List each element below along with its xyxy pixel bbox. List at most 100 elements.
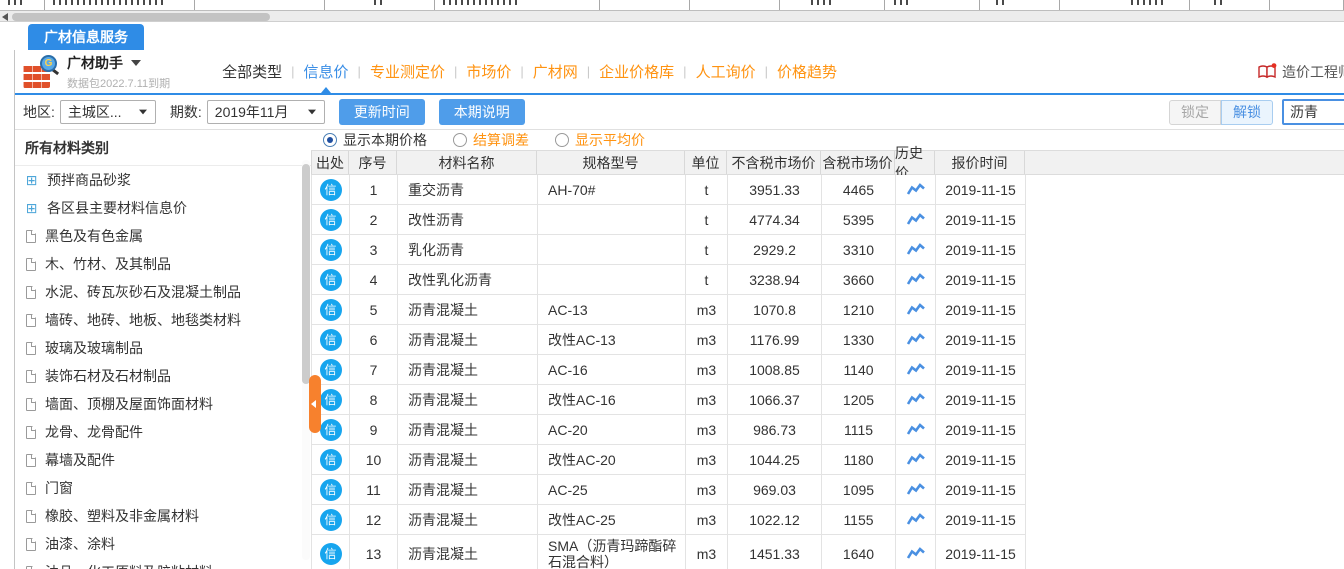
nav-item-3[interactable]: 专业测定价 xyxy=(370,50,445,93)
expand-plus-icon[interactable]: ⊞ xyxy=(25,201,38,215)
source-info-icon[interactable]: 信 xyxy=(319,508,342,531)
cell-seq: 12 xyxy=(350,505,398,534)
history-chart-icon[interactable] xyxy=(906,546,926,561)
source-info-icon[interactable]: 信 xyxy=(319,268,342,291)
period-select[interactable]: 2019年11月 xyxy=(206,100,325,124)
radio-circle-icon[interactable] xyxy=(323,133,337,147)
history-chart-icon[interactable] xyxy=(906,182,926,197)
source-info-icon[interactable]: 信 xyxy=(319,418,342,441)
table-row[interactable]: 信 8 沥青混凝土 改性AC-16 m3 1066.37 1205 2019-11-15 xyxy=(312,385,1026,415)
scroll-left-arrow-icon[interactable] xyxy=(2,13,8,21)
table-row[interactable]: 信 12 沥青混凝土 改性AC-25 m3 1022.12 1155 2019-11-15 xyxy=(312,505,1026,535)
source-info-icon[interactable]: 信 xyxy=(319,298,342,321)
source-info-icon[interactable]: 信 xyxy=(319,328,342,351)
history-chart-icon[interactable] xyxy=(906,452,926,467)
history-chart-icon[interactable] xyxy=(906,332,926,347)
table-row[interactable]: 信 1 重交沥青 AH-70# t 3951.33 4465 2019-11-15 xyxy=(312,175,1026,205)
source-info-icon[interactable]: 信 xyxy=(319,478,342,501)
period-note-button[interactable]: 本期说明 xyxy=(438,99,525,125)
history-chart-icon[interactable] xyxy=(906,392,926,407)
table-row[interactable]: 信 5 沥青混凝土 AC-13 m3 1070.8 1210 2019-11-15 xyxy=(312,295,1026,325)
table-body: 信 1 重交沥青 AH-70# t 3951.33 4465 2019-11-15 信 2 改性沥青… xyxy=(311,175,1026,569)
table-row[interactable]: 信 10 沥青混凝土 改性AC-20 m3 1044.25 1180 2019-11-15 xyxy=(312,445,1026,475)
sidebar-item[interactable]: 木、竹材、及其制品 xyxy=(15,250,311,278)
source-info-icon[interactable]: 信 xyxy=(319,388,342,411)
history-chart-icon[interactable] xyxy=(906,512,926,527)
cell-price-excl-tax: 1044.25 xyxy=(728,445,822,474)
sidebar-item[interactable]: 墙面、顶棚及屋面饰面材料 xyxy=(15,390,311,418)
nav-item-5[interactable]: 广材网 xyxy=(533,50,578,93)
sidebar-scrollbar-thumb[interactable] xyxy=(302,164,310,384)
sidebar-item[interactable]: ⊞ 预拌商品砂浆 xyxy=(15,166,311,194)
cell-price-excl-tax: 1451.33 xyxy=(728,535,822,569)
nav-item-6[interactable]: 企业价格库 xyxy=(599,50,674,93)
app-menu-caret-icon[interactable] xyxy=(131,59,141,66)
source-info-icon[interactable]: 信 xyxy=(319,178,342,201)
history-chart-icon[interactable] xyxy=(906,362,926,377)
expand-plus-icon[interactable]: ⊞ xyxy=(25,173,38,187)
nav-item-8[interactable]: 价格趋势 xyxy=(777,50,837,93)
history-chart-icon[interactable] xyxy=(906,302,926,317)
source-info-icon[interactable]: 信 xyxy=(319,448,342,471)
source-info-icon[interactable]: 信 xyxy=(319,358,342,381)
source-info-icon[interactable]: 信 xyxy=(319,208,342,231)
radio-option[interactable]: 显示平均价 xyxy=(555,130,645,150)
sidebar-item-label: 预拌商品砂浆 xyxy=(47,172,131,188)
radio-circle-icon[interactable] xyxy=(453,133,467,147)
table-row[interactable]: 信 3 乳化沥青 t 2929.2 3310 2019-11-15 xyxy=(312,235,1026,265)
history-chart-icon[interactable] xyxy=(906,242,926,257)
sidebar-item[interactable]: 门窗 xyxy=(15,474,311,502)
nav-item-4[interactable]: 市场价 xyxy=(466,50,511,93)
sidebar-item[interactable]: 水泥、砖瓦灰砂石及混凝土制品 xyxy=(15,278,311,306)
sidebar-item[interactable]: 龙骨、龙骨配件 xyxy=(15,418,311,446)
cell-material-name: 沥青混凝土 xyxy=(398,295,538,324)
sidebar-item-label: 墙砖、地砖、地板、地毯类材料 xyxy=(45,312,241,328)
source-info-icon[interactable]: 信 xyxy=(319,542,342,565)
nav-item-7[interactable]: 人工询价 xyxy=(696,50,756,93)
cost-engineer-link[interactable]: 造价工程师 xyxy=(1258,62,1344,82)
sidebar-item[interactable]: 油品、化工原料及胶粘材料 xyxy=(15,558,311,569)
radio-circle-icon[interactable] xyxy=(555,133,569,147)
sidebar-item[interactable]: ⊞ 各区县主要材料信息价 xyxy=(15,194,311,222)
history-chart-icon[interactable] xyxy=(906,212,926,227)
sidebar-item[interactable]: 玻璃及玻璃制品 xyxy=(15,334,311,362)
table-row[interactable]: 信 6 沥青混凝土 改性AC-13 m3 1176.99 1330 2019-11-15 xyxy=(312,325,1026,355)
sidebar-item[interactable]: 油漆、涂料 xyxy=(15,530,311,558)
cell-source: 信 xyxy=(312,265,350,294)
nav-item-2[interactable]: 信息价 xyxy=(304,50,349,93)
update-time-button[interactable]: 更新时间 xyxy=(338,99,425,125)
history-chart-icon[interactable] xyxy=(906,272,926,287)
sidebar-collapse-handle[interactable] xyxy=(309,375,321,433)
sidebar-item[interactable]: 橡胶、塑料及非金属材料 xyxy=(15,502,311,530)
horizontal-scrollbar[interactable] xyxy=(0,10,1344,22)
cell-unit: t xyxy=(686,265,728,294)
sidebar-item[interactable]: 幕墙及配件 xyxy=(15,446,311,474)
cell-quote-date: 2019-11-15 xyxy=(936,205,1026,234)
history-chart-icon[interactable] xyxy=(906,482,926,497)
table-row[interactable]: 信 7 沥青混凝土 AC-16 m3 1008.85 1140 2019-11-15 xyxy=(312,355,1026,385)
horizontal-scrollbar-thumb[interactable] xyxy=(12,13,270,21)
table-row[interactable]: 信 11 沥青混凝土 AC-25 m3 969.03 1095 2019-11-15 xyxy=(312,475,1026,505)
nav-item-1[interactable]: 全部类型 xyxy=(222,50,282,93)
sidebar-item[interactable]: 黑色及有色金属 xyxy=(15,222,311,250)
region-select[interactable]: 主城区... xyxy=(59,100,156,124)
cell-seq: 1 xyxy=(350,175,398,204)
lock-button[interactable]: 锁定 xyxy=(1169,99,1221,125)
table-row[interactable]: 信 9 沥青混凝土 AC-20 m3 986.73 1115 2019-11-15 xyxy=(312,415,1026,445)
search-input[interactable] xyxy=(1282,99,1344,125)
history-chart-icon[interactable] xyxy=(906,422,926,437)
table-row[interactable]: 信 13 沥青混凝土 SMA（沥青玛蹄酯碎石混合料） m3 1451.33 1640 2019… xyxy=(312,535,1026,569)
source-info-icon[interactable]: 信 xyxy=(319,238,342,261)
cell-price-excl-tax: 1066.37 xyxy=(728,385,822,414)
sidebar-item[interactable]: 墙砖、地砖、地板、地毯类材料 xyxy=(15,306,311,334)
sidebar-item[interactable]: 装饰石材及石材制品 xyxy=(15,362,311,390)
tab-guangcai-info-service[interactable]: 广材信息服务 xyxy=(28,24,144,50)
cell-source: 信 xyxy=(312,475,350,504)
radio-option[interactable]: 结算调差 xyxy=(453,130,529,150)
table-row[interactable]: 信 4 改性乳化沥青 t 3238.94 3660 2019-11-15 xyxy=(312,265,1026,295)
unlock-button[interactable]: 解锁 xyxy=(1221,99,1273,125)
table-header-row: 出处 序号 材料名称 规格型号 单位 不含税市场价 含税市场价 历史价 报价时间 xyxy=(311,145,1344,181)
table-row[interactable]: 信 2 改性沥青 t 4774.34 5395 2019-11-15 xyxy=(312,205,1026,235)
radio-selected[interactable]: 显示本期价格 xyxy=(323,130,427,150)
cell-seq: 7 xyxy=(350,355,398,384)
